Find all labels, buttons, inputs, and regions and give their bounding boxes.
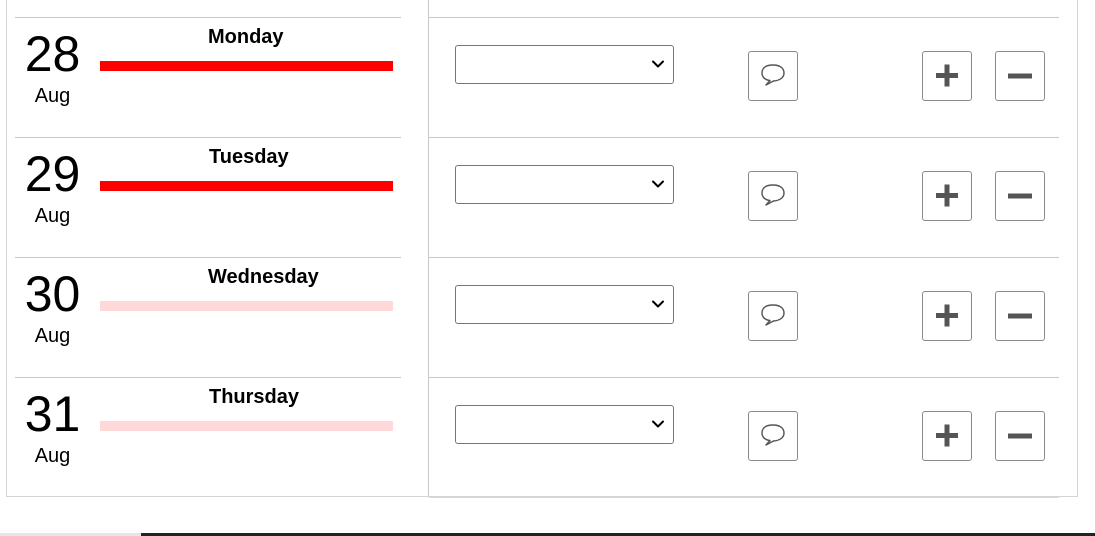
minus-icon <box>1008 433 1032 439</box>
comment-button[interactable] <box>748 291 798 341</box>
month-label: Aug <box>34 205 71 227</box>
plus-icon <box>936 184 958 207</box>
chevron-down-icon <box>652 60 664 68</box>
remove-button[interactable] <box>995 51 1045 101</box>
minus-icon <box>1008 193 1032 199</box>
row-divider <box>429 257 1059 258</box>
day-status-fill <box>100 61 393 71</box>
comment-button[interactable] <box>748 51 798 101</box>
day-select[interactable] <box>455 45 674 84</box>
row-divider <box>429 377 1059 378</box>
day-row: 28 Aug Monday <box>0 17 1095 137</box>
month-label: Aug <box>34 445 71 467</box>
day-status-fill <box>100 421 393 431</box>
month-label: Aug <box>34 85 71 107</box>
speech-bubble-icon <box>761 184 785 206</box>
remove-button[interactable] <box>995 411 1045 461</box>
day-status-fill <box>100 301 393 311</box>
speech-bubble-icon <box>761 304 785 326</box>
day-select[interactable] <box>455 165 674 204</box>
add-button[interactable] <box>922 291 972 341</box>
weekday-label: Wednesday <box>208 266 319 288</box>
comment-button[interactable] <box>748 411 798 461</box>
row-divider <box>429 17 1059 18</box>
day-status-fill <box>100 181 393 191</box>
comment-button[interactable] <box>748 171 798 221</box>
row-divider <box>15 257 401 258</box>
day-status-bar <box>100 181 393 191</box>
day-status-bar <box>100 61 393 71</box>
minus-icon <box>1008 313 1032 319</box>
plus-icon <box>936 304 958 327</box>
day-number: 31 <box>24 386 81 442</box>
day-select[interactable] <box>455 405 674 444</box>
row-divider <box>429 137 1059 138</box>
bottom-divider <box>429 497 1059 498</box>
row-divider <box>15 137 401 138</box>
day-select[interactable] <box>455 285 674 324</box>
day-status-bar <box>100 301 393 311</box>
add-button[interactable] <box>922 411 972 461</box>
day-row: 31 Aug Thursday <box>0 377 1095 497</box>
plus-icon <box>936 424 958 447</box>
day-status-bar <box>100 421 393 431</box>
remove-button[interactable] <box>995 291 1045 341</box>
row-divider <box>15 377 401 378</box>
day-row: 30 Aug Wednesday <box>0 257 1095 377</box>
plus-icon <box>936 64 958 87</box>
chevron-down-icon <box>652 420 664 428</box>
weekday-label: Thursday <box>209 386 300 408</box>
chevron-down-icon <box>652 180 664 188</box>
remove-button[interactable] <box>995 171 1045 221</box>
weekday-label: Monday <box>208 26 284 48</box>
speech-bubble-icon <box>761 424 785 446</box>
add-button[interactable] <box>922 51 972 101</box>
weekday-label: Tuesday <box>209 146 289 168</box>
speech-bubble-icon <box>761 64 785 86</box>
add-button[interactable] <box>922 171 972 221</box>
chevron-down-icon <box>652 300 664 308</box>
month-label: Aug <box>34 325 71 347</box>
day-row: 29 Aug Tuesday <box>0 137 1095 257</box>
day-number: 28 <box>24 26 81 82</box>
day-number: 30 <box>24 266 81 322</box>
minus-icon <box>1008 73 1032 79</box>
row-divider <box>15 17 401 18</box>
day-number: 29 <box>24 146 81 202</box>
